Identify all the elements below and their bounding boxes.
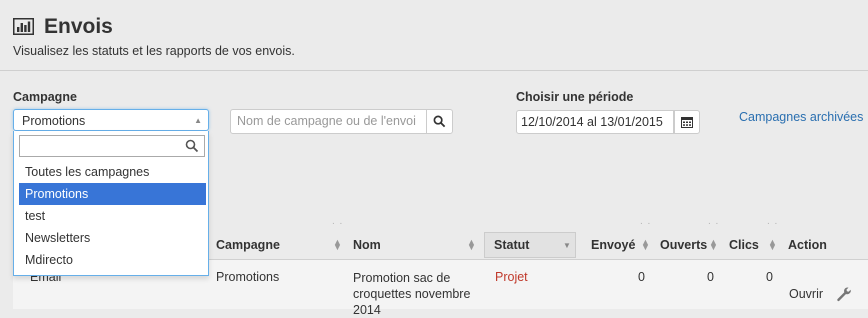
- search-button[interactable]: [426, 109, 453, 134]
- search-input[interactable]: Nom de campagne ou de l'envoi: [230, 109, 427, 134]
- header-divider: [0, 70, 868, 71]
- column-header-ouverts[interactable]: Ouverts: [660, 238, 707, 252]
- campaign-dropdown: Toutes les campagnes Promotions test New…: [13, 131, 209, 276]
- column-header-nom[interactable]: Nom: [353, 238, 381, 252]
- row-status: Projet: [495, 270, 528, 284]
- sort-icon[interactable]: ▲ ▼: [641, 238, 650, 252]
- wrench-icon[interactable]: [836, 286, 852, 302]
- row-name-line: 2014: [353, 303, 381, 317]
- sort-desc-icon[interactable]: ▼: [563, 241, 571, 250]
- sort-icon[interactable]: ▲ ▼: [333, 238, 342, 252]
- sort-icon[interactable]: ▲ ▼: [467, 238, 476, 252]
- row-name-line: croquettes novembre: [353, 287, 471, 301]
- dropdown-option-selected[interactable]: Promotions: [19, 183, 206, 205]
- dropdown-option[interactable]: Toutes les campagnes: [19, 161, 206, 183]
- row-campaign-link[interactable]: Promotions: [216, 270, 279, 284]
- archived-campaigns-link[interactable]: Campagnes archivées: [739, 110, 863, 124]
- column-header-clics[interactable]: Clics: [729, 238, 759, 252]
- calendar-button[interactable]: [674, 110, 700, 134]
- bar-chart-icon: [13, 18, 34, 35]
- column-dots: . .: [767, 216, 779, 227]
- sort-icon[interactable]: ▲ ▼: [768, 238, 777, 252]
- period-label: Choisir une période: [516, 90, 634, 104]
- column-dots: . .: [708, 216, 720, 227]
- column-header-statut[interactable]: Statut: [494, 238, 529, 252]
- dropdown-option[interactable]: test: [19, 205, 206, 227]
- dropdown-option[interactable]: Newsletters: [19, 227, 206, 249]
- row-opened: 0: [707, 270, 714, 284]
- open-action-link[interactable]: Ouvrir: [789, 287, 823, 301]
- column-dots: . .: [640, 216, 652, 227]
- row-name: Promotion sac de croquettes novembre 201…: [353, 270, 470, 318]
- dropdown-search-input[interactable]: [19, 135, 205, 157]
- sort-icon[interactable]: ▲ ▼: [709, 238, 718, 252]
- column-header-envoye[interactable]: Envoyé: [591, 238, 635, 252]
- column-header-action: Action: [788, 238, 827, 252]
- column-dots: . .: [332, 216, 344, 227]
- page-subtitle: Visualisez les statuts et les rapports d…: [13, 44, 295, 58]
- row-name-line: Promotion sac de: [353, 271, 451, 285]
- campaign-label: Campagne: [13, 90, 77, 104]
- dropdown-option[interactable]: Mdirecto: [19, 249, 206, 271]
- search-icon: [433, 115, 446, 128]
- page-title: Envois: [44, 15, 113, 38]
- row-clicks: 0: [766, 270, 773, 284]
- calendar-icon: [681, 117, 693, 128]
- row-sent: 0: [638, 270, 645, 284]
- period-input[interactable]: 12/10/2014 al 13/01/2015: [516, 110, 674, 134]
- column-header-campagne[interactable]: Campagne: [216, 238, 280, 252]
- caret-up-icon: ▲: [194, 116, 202, 125]
- campaign-select-value: Promotions: [22, 114, 86, 128]
- search-icon: [185, 139, 199, 153]
- campaign-select[interactable]: Promotions ▲: [13, 109, 209, 131]
